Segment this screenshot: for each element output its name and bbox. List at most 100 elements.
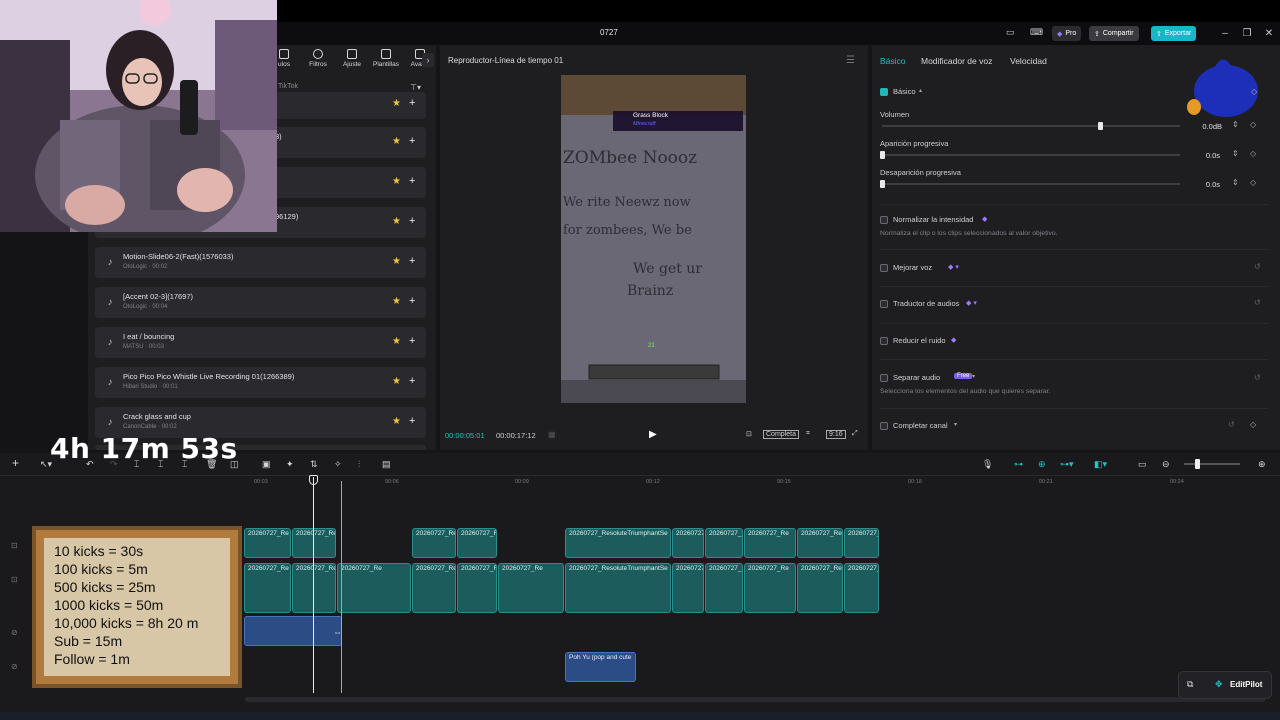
reduce-noise-checkbox[interactable]: [880, 337, 888, 345]
video-clip[interactable]: 20260727_Re: [244, 563, 291, 613]
video-clip[interactable]: 20260727_Re: [844, 528, 879, 558]
reset-icon[interactable]: ↺: [1254, 262, 1261, 271]
adjust-icon[interactable]: ⇅: [310, 459, 318, 470]
audio-clip[interactable]: Poh Yu (pop and cute: [565, 652, 636, 682]
fullscreen-icon[interactable]: ⤢: [852, 430, 858, 438]
close-icon[interactable]: ✕: [1261, 26, 1277, 41]
complete-channel-checkbox[interactable]: [880, 422, 888, 430]
volume-value[interactable]: 0.0dB: [1190, 122, 1222, 131]
fade-out-knob[interactable]: [880, 180, 885, 188]
video-clip[interactable]: 20260727_Re: [412, 528, 456, 558]
zoom-knob[interactable]: [1195, 459, 1200, 469]
keyframe-icon[interactable]: ◇: [1250, 149, 1256, 158]
screenshot-icon[interactable]: ⌗: [806, 430, 810, 438]
pro-button[interactable]: ◆ Pro: [1052, 26, 1082, 41]
fade-in-slider[interactable]: [882, 154, 1180, 156]
basic-section-checkbox[interactable]: [880, 88, 888, 96]
video-clip[interactable]: 20260727_Re: [672, 563, 704, 613]
keyframe-icon[interactable]: ◇: [1250, 420, 1256, 429]
audio-split-icon[interactable]: ⫶: [358, 459, 360, 470]
add-icon[interactable]: +: [409, 136, 415, 147]
fade-in-value[interactable]: 0.0s: [1190, 151, 1220, 160]
track-icon[interactable]: ⊘: [11, 662, 18, 671]
menu-icon[interactable]: ☰: [846, 55, 855, 66]
video-clip[interactable]: 20260727_Re: [498, 563, 564, 613]
preview-axis-icon[interactable]: ⊕: [1038, 459, 1046, 470]
track-icon[interactable]: ⊘: [11, 628, 18, 637]
add-track-icon[interactable]: +: [12, 456, 19, 470]
video-clip[interactable]: 20260727_Re: [705, 563, 743, 613]
ratio-select[interactable]: 9:16: [826, 430, 846, 439]
export-button[interactable]: ⇧ Exportar: [1151, 26, 1197, 41]
list-item[interactable]: ♪ Pico Pico Pico Whistle Live Recording …: [95, 367, 426, 398]
link-icon[interactable]: ⊶: [1014, 459, 1023, 470]
media-icon[interactable]: ▣: [262, 459, 271, 470]
star-icon[interactable]: ★: [392, 137, 401, 147]
star-icon[interactable]: ★: [392, 177, 401, 187]
ai-icon[interactable]: ✦: [286, 459, 294, 470]
video-clip[interactable]: 20260727_Re: [844, 563, 879, 613]
enhance-voice-checkbox[interactable]: [880, 264, 888, 272]
horizontal-scrollbar[interactable]: [245, 697, 1265, 702]
maximize-icon[interactable]: ❐: [1239, 26, 1255, 41]
normalize-checkbox[interactable]: [880, 216, 888, 224]
video-clip[interactable]: 20260727_ResoluteTriumphantSe: [565, 528, 671, 558]
stepper-icon[interactable]: ⇕: [1232, 178, 1239, 187]
video-clip[interactable]: 20260727_ResoluteTriumphantSe: [565, 563, 671, 613]
minimize-icon[interactable]: –: [1217, 26, 1233, 41]
video-clip[interactable]: 20260727_Re: [797, 528, 843, 558]
tab-filters[interactable]: Filtros: [304, 49, 332, 77]
video-clip[interactable]: 20260727_Re: [744, 528, 796, 558]
add-icon[interactable]: +: [409, 98, 415, 109]
keyboard-icon[interactable]: ⌨: [1030, 27, 1043, 38]
magic-icon[interactable]: ✧: [334, 459, 342, 470]
tab-adjust[interactable]: Ajuste: [338, 49, 366, 77]
magnet-icon[interactable]: ⊶▾: [1060, 459, 1074, 470]
star-icon[interactable]: ★: [392, 417, 401, 427]
stepper-icon[interactable]: ⇕: [1232, 149, 1239, 158]
video-clip[interactable]: 20260727_Re: [705, 528, 743, 558]
fade-out-value[interactable]: 0.0s: [1190, 180, 1220, 189]
add-icon[interactable]: +: [409, 376, 415, 387]
search-tag[interactable]: TikTok: [278, 83, 298, 90]
tab-basic[interactable]: Básico: [880, 56, 906, 66]
list-item[interactable]: ♪ [Accent 02-3](17697) OtoLogic · 00:04 …: [95, 287, 426, 318]
zoom-out-icon[interactable]: ⊖: [1162, 459, 1170, 470]
stepper-icon[interactable]: ⇕: [1232, 120, 1239, 129]
star-icon[interactable]: ★: [392, 377, 401, 387]
chat-icon[interactable]: ⧉: [1187, 679, 1193, 690]
add-icon[interactable]: +: [409, 336, 415, 347]
editpilot-widget[interactable]: ⧉ ✥ EditPilot: [1178, 671, 1272, 699]
layout-icon[interactable]: ▭: [1006, 27, 1015, 38]
zoom-slider[interactable]: [1184, 463, 1240, 465]
video-clip[interactable]: 20260727_Re: [412, 563, 456, 613]
video-clip[interactable]: 20260727_Re: [672, 528, 704, 558]
video-clip[interactable]: 20260727_Re: [337, 563, 411, 613]
video-clip[interactable]: 20260727_Re: [244, 528, 291, 558]
separate-audio-checkbox[interactable]: [880, 374, 888, 382]
frame-icon[interactable]: ▤: [382, 459, 391, 470]
quality-select[interactable]: Completa: [763, 430, 799, 439]
video-clip[interactable]: 20260727_Re: [292, 528, 336, 558]
tab-voice-changer[interactable]: Modificador de voz: [921, 56, 992, 66]
audio-clip[interactable]: [244, 616, 342, 646]
playhead-handle[interactable]: [309, 475, 318, 485]
volume-knob[interactable]: [1097, 122, 1103, 130]
reset-icon[interactable]: ↺: [1254, 298, 1261, 307]
star-icon[interactable]: ★: [392, 297, 401, 307]
caption-icon[interactable]: ▭: [1138, 459, 1147, 470]
share-button[interactable]: ⇪ Compartir: [1089, 26, 1139, 41]
track-icon[interactable]: ⊡: [11, 575, 18, 584]
caret-up-icon[interactable]: ▴: [919, 87, 922, 94]
video-preview[interactable]: Grass Block Minecraft ZOMbee Noooz We ri…: [561, 75, 746, 403]
star-icon[interactable]: ★: [392, 257, 401, 267]
add-icon[interactable]: +: [409, 296, 415, 307]
translate-audio-checkbox[interactable]: [880, 300, 888, 308]
chevron-down-icon[interactable]: ▾: [954, 421, 957, 428]
tab-speed[interactable]: Velocidad: [1010, 56, 1047, 66]
video-clip[interactable]: 20260727_Re: [292, 563, 336, 613]
keyframe-icon[interactable]: ◇: [1250, 178, 1256, 187]
add-icon[interactable]: +: [409, 216, 415, 227]
chevron-down-icon[interactable]: ▾: [972, 373, 975, 380]
play-button[interactable]: ▶: [649, 429, 657, 440]
